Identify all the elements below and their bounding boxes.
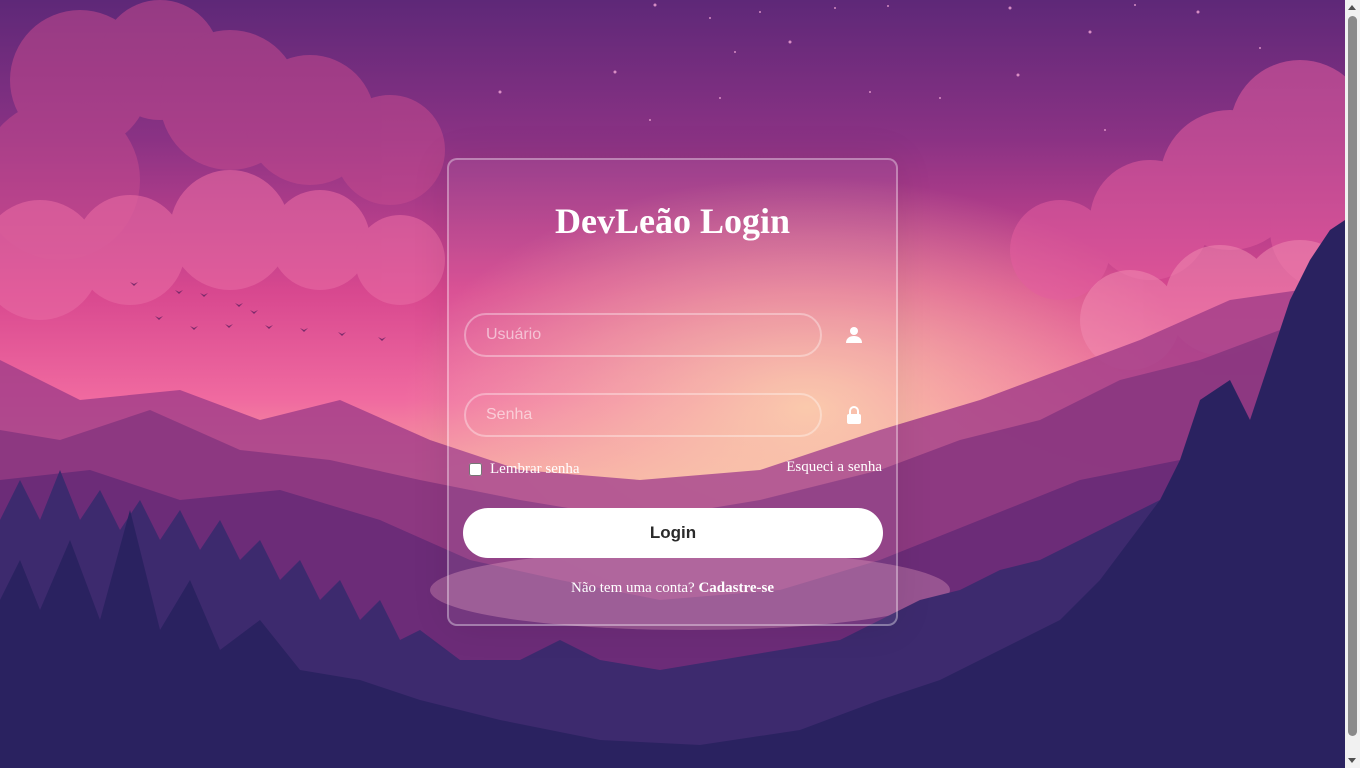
lock-icon	[842, 403, 866, 427]
remember-label: Lembrar senha	[490, 460, 580, 477]
username-input[interactable]	[464, 313, 822, 357]
login-title: DevLeão Login	[554, 201, 790, 241]
user-icon	[842, 323, 866, 347]
vertical-scrollbar[interactable]	[1345, 0, 1360, 768]
forgot-password-link[interactable]: Esqueci a senha	[786, 459, 882, 476]
register-prompt: Não tem uma conta? Cadastre-se	[449, 580, 896, 597]
scrollbar-thumb[interactable]	[1348, 16, 1357, 736]
remember-password[interactable]: Lembrar senha	[469, 459, 580, 479]
login-card: DevLeão Login Lembrar senha Esqueci a se…	[447, 158, 898, 626]
username-field	[464, 313, 884, 357]
login-button[interactable]: Login	[463, 508, 883, 558]
scroll-up-icon[interactable]	[1348, 5, 1356, 10]
password-field	[464, 393, 884, 437]
register-text: Não tem uma conta?	[571, 580, 695, 596]
scroll-down-icon[interactable]	[1348, 758, 1356, 763]
password-input[interactable]	[464, 393, 822, 437]
register-link[interactable]: Cadastre-se	[698, 580, 774, 596]
remember-checkbox[interactable]	[469, 462, 482, 476]
